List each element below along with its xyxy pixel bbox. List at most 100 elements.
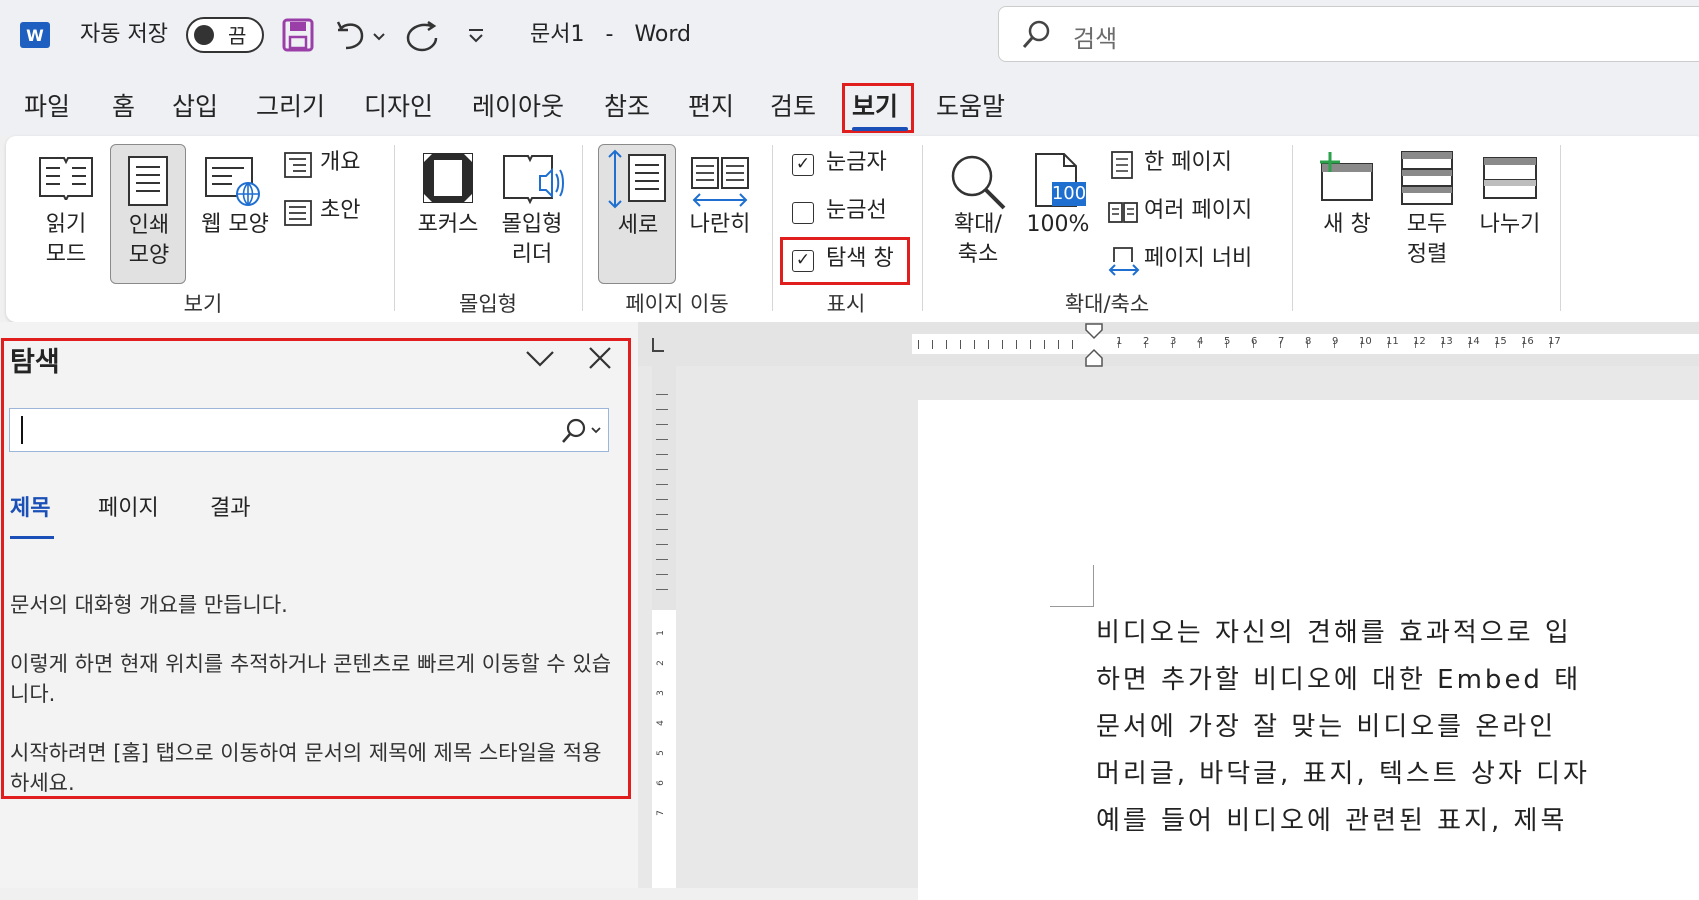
ruler-tick <box>1030 340 1031 349</box>
immersive-group-label: 몰입형 <box>459 292 517 316</box>
navigation-pane-checkbox[interactable]: ✓ 탐색 창 <box>792 246 904 280</box>
nav-pane-check-icon: ✓ <box>792 250 814 272</box>
show-group-label: 표시 <box>826 292 866 316</box>
print-layout-icon <box>128 156 168 206</box>
immersive-reader-button[interactable]: 몰입형 리더 <box>494 148 570 272</box>
side-by-side-label: 나란히 <box>689 212 751 237</box>
side-by-side-icon <box>691 157 749 207</box>
nav-tab-headings[interactable]: 제목 <box>10 490 50 522</box>
vruler-number: 4 <box>655 720 666 726</box>
search-icon[interactable] <box>560 417 606 445</box>
ruler-number: 7 <box>1278 336 1285 347</box>
ruler-number: 16 <box>1521 336 1534 347</box>
search-box[interactable]: 검색 <box>998 6 1699 62</box>
zoom-100-icon-text: 100 <box>1051 183 1087 204</box>
vertical-ruler[interactable]: 1 2 3 4 5 6 7 <box>652 366 676 888</box>
web-layout-button[interactable]: 웹 모양 <box>192 148 278 248</box>
word-icon[interactable]: W <box>20 22 50 48</box>
indent-marker-icon[interactable] <box>1084 322 1104 368</box>
zoom-button[interactable]: 확대/ 축소 <box>942 148 1014 272</box>
zoom-group-label: 확대/축소 <box>1064 292 1150 316</box>
ruler-tick <box>1002 340 1003 349</box>
ruler-number: 1 <box>1116 336 1123 347</box>
nav-tab-results[interactable]: 결과 <box>210 490 250 522</box>
search-icon <box>1022 20 1050 48</box>
vruler-tick <box>656 589 668 590</box>
tab-mailings[interactable]: 편지 <box>688 90 734 124</box>
vertical-ruler-numbers: 1 2 3 4 5 6 7 <box>652 618 676 888</box>
gridlines-checkbox[interactable]: 눈금선 <box>792 198 902 232</box>
tab-review[interactable]: 검토 <box>770 90 816 124</box>
ruler-number: 2 <box>1143 336 1150 347</box>
tab-references[interactable]: 참조 <box>604 90 650 124</box>
ruler-number: 6 <box>1251 336 1258 347</box>
tab-insert[interactable]: 삽입 <box>172 90 218 124</box>
ruler-number: 14 <box>1467 336 1480 347</box>
arrange-all-button[interactable]: 모두 정렬 <box>1394 148 1460 272</box>
text-cursor <box>21 416 23 444</box>
title-dash: - <box>605 22 614 47</box>
side-by-side-button[interactable]: 나란히 <box>684 148 756 248</box>
new-window-label: 새 창 <box>1323 212 1371 237</box>
draft-label: 초안 <box>320 198 361 223</box>
draft-button[interactable]: 초안 <box>284 198 374 232</box>
print-layout-button[interactable]: 인쇄 모양 <box>110 144 186 284</box>
search-placeholder: 검색 <box>1073 25 1118 53</box>
tab-home[interactable]: 홈 <box>112 90 135 124</box>
vruler-tick <box>656 424 668 425</box>
autosave-toggle[interactable]: 끔 <box>186 17 264 53</box>
arrange-all-label-1: 모두 <box>1406 212 1448 237</box>
customize-toolbar-icon[interactable] <box>466 26 486 46</box>
nav-search-input[interactable] <box>9 408 609 452</box>
redo-icon[interactable] <box>404 18 440 54</box>
focus-button[interactable]: 포커스 <box>412 148 484 248</box>
vertical-button[interactable]: 세로 <box>598 144 676 284</box>
page-width-button[interactable]: 페이지 너비 <box>1108 246 1268 280</box>
vruler-number: 3 <box>655 690 666 696</box>
zoom-icon <box>951 155 1006 210</box>
ribbon-separator <box>394 145 395 311</box>
chevron-down-icon[interactable] <box>524 346 556 370</box>
tab-view[interactable]: 보기 <box>852 90 898 124</box>
active-tab-indicator <box>852 127 908 131</box>
ribbon-separator <box>582 145 583 311</box>
vertical-label: 세로 <box>617 213 659 238</box>
outline-button[interactable]: 개요 <box>284 150 374 184</box>
undo-icon[interactable] <box>334 18 390 52</box>
print-layout-label-1: 인쇄 <box>128 213 170 238</box>
multiple-pages-label: 여러 페이지 <box>1144 198 1253 223</box>
ribbon-separator <box>772 145 773 311</box>
page-width-icon <box>1108 247 1140 276</box>
ruler-checkbox[interactable]: ✓ 눈금자 <box>792 150 902 184</box>
one-page-button[interactable]: 한 페이지 <box>1108 150 1258 184</box>
multiple-pages-icon <box>1108 202 1138 223</box>
document-line: 머리글, 바닥글, 표지, 텍스트 상자 디자 <box>1096 759 1590 789</box>
horizontal-ruler[interactable]: 1 2 3 4 5 6 7 8 9 10 11 12 13 14 15 16 17 <box>912 334 1699 354</box>
vruler-number: 7 <box>655 810 666 816</box>
tab-draw[interactable]: 그리기 <box>256 90 325 124</box>
tab-help[interactable]: 도움말 <box>936 90 1005 124</box>
vruler-tick <box>656 454 668 455</box>
ruler-tick <box>960 340 961 349</box>
one-page-icon <box>1111 151 1133 179</box>
ruler-number: 9 <box>1332 336 1339 347</box>
split-button[interactable]: 나누기 <box>1474 148 1546 248</box>
tab-file[interactable]: 파일 <box>24 90 70 124</box>
tab-layout[interactable]: 레이아웃 <box>472 90 564 124</box>
ruler-number: 3 <box>1170 336 1177 347</box>
vruler-tick <box>656 484 668 485</box>
ruler-tick <box>974 340 975 349</box>
tab-design[interactable]: 디자인 <box>364 90 433 124</box>
multiple-pages-button[interactable]: 여러 페이지 <box>1108 198 1268 232</box>
tab-selector-icon[interactable] <box>652 338 664 352</box>
read-mode-icon <box>39 157 93 200</box>
nav-tab-pages[interactable]: 페이지 <box>98 490 159 522</box>
vruler-number: 6 <box>655 780 666 786</box>
read-mode-button[interactable]: 읽기 모드 <box>30 148 102 268</box>
save-icon[interactable] <box>282 18 314 52</box>
immersive-reader-label-2: 리더 <box>511 242 553 267</box>
outline-label: 개요 <box>320 150 361 175</box>
close-icon[interactable] <box>586 344 614 372</box>
vruler-tick <box>656 394 668 395</box>
new-window-button[interactable]: 새 창 <box>1310 148 1384 248</box>
